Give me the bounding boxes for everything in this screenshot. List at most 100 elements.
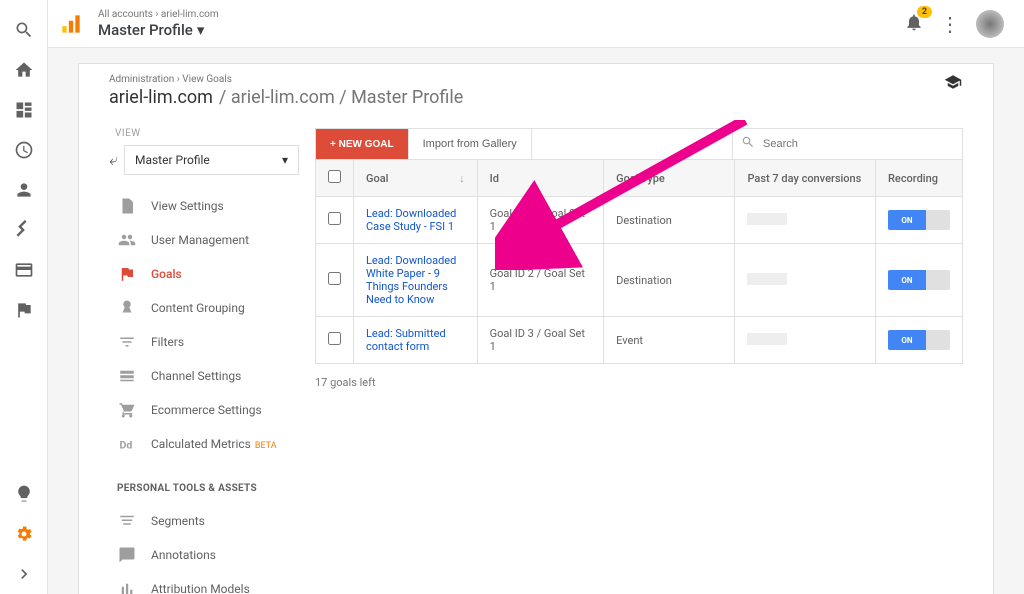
goal-id-cell: Goal ID 2 / Goal Set 1 (477, 244, 604, 317)
notifications-bell-icon[interactable]: 2 (904, 12, 924, 36)
goal-type-cell: Destination (604, 197, 735, 244)
caret-down-icon: ▾ (282, 153, 288, 167)
nav-label: Content Grouping (151, 301, 245, 315)
col-conversions[interactable]: Past 7 day conversions (735, 160, 876, 197)
search-icon[interactable] (0, 10, 48, 50)
goal-name-cell[interactable]: Lead: Downloaded Case Study - FSI 1 (354, 197, 478, 244)
document-icon (117, 196, 137, 216)
nav-segments[interactable]: Segments (109, 504, 299, 538)
admin-sidebar: VIEW ⤶ Master Profile ▾ View Settings Use… (109, 128, 299, 594)
attribution-icon (117, 579, 137, 594)
nav-goals[interactable]: Goals (109, 257, 299, 291)
new-goal-button[interactable]: + NEW GOAL (316, 129, 408, 159)
profile-selector[interactable]: Master Profile▾ (98, 21, 219, 39)
recording-toggle[interactable]: ON (888, 270, 950, 290)
page-title: ariel-lim.com / ariel-lim.com / Master P… (109, 87, 963, 108)
person-icon[interactable] (0, 170, 48, 210)
card-icon[interactable] (0, 250, 48, 290)
row-checkbox[interactable] (316, 197, 354, 244)
behavior-icon[interactable] (0, 210, 48, 250)
dashboard-icon[interactable] (0, 90, 48, 130)
education-icon[interactable] (942, 73, 964, 91)
users-icon (117, 230, 137, 250)
nav-view-settings[interactable]: View Settings (109, 189, 299, 223)
nav-content-grouping[interactable]: Content Grouping (109, 291, 299, 325)
sort-icon: ↓ (459, 172, 465, 185)
col-recording[interactable]: Recording (876, 160, 963, 197)
nav-ecommerce[interactable]: Ecommerce Settings (109, 393, 299, 427)
chevron-right-icon[interactable] (0, 554, 48, 594)
left-rail (0, 0, 48, 594)
conversions-cell (735, 317, 876, 364)
topbar: All accounts › ariel-lim.com Master Prof… (48, 0, 1024, 48)
recording-cell[interactable]: ON (876, 244, 963, 317)
apps-menu-icon[interactable]: ⋮ (940, 12, 960, 36)
back-arrow-icon[interactable]: ⤶ (109, 150, 118, 170)
admin-breadcrumb[interactable]: Administration › View Goals (109, 74, 963, 85)
goal-type-cell: Destination (604, 244, 735, 317)
nav-label: Filters (151, 335, 184, 349)
table-row: Lead: Downloaded Case Study - FSI 1Goal … (316, 197, 963, 244)
nav-label: Segments (151, 514, 205, 528)
metrics-icon: Dd (117, 434, 137, 454)
nav-annotations[interactable]: Annotations (109, 538, 299, 572)
nav-channel-settings[interactable]: Channel Settings (109, 359, 299, 393)
nav-label: Ecommerce Settings (151, 403, 262, 417)
cart-icon (117, 400, 137, 420)
goals-remaining: 17 goals left (315, 376, 963, 389)
search-box[interactable] (732, 129, 962, 159)
notification-badge: 2 (917, 6, 932, 18)
recording-toggle[interactable]: ON (888, 330, 950, 350)
nav-label: Goals (151, 267, 182, 281)
grouping-icon (117, 298, 137, 318)
avatar[interactable] (976, 10, 1004, 38)
row-checkbox[interactable] (316, 244, 354, 317)
home-icon[interactable] (0, 50, 48, 90)
nav-label: View Settings (151, 199, 224, 213)
import-from-gallery-button[interactable]: Import from Gallery (408, 129, 532, 159)
recording-cell[interactable]: ON (876, 317, 963, 364)
row-checkbox[interactable] (316, 317, 354, 364)
table-row: Lead: Downloaded White Paper - 9 Things … (316, 244, 963, 317)
search-input[interactable] (759, 130, 954, 158)
nav-section-header: PERSONAL TOOLS & ASSETS (109, 483, 299, 494)
account-breadcrumb[interactable]: All accounts › ariel-lim.com (98, 9, 219, 21)
col-id[interactable]: Id (477, 160, 604, 197)
lightbulb-icon[interactable] (0, 474, 48, 514)
col-type[interactable]: Goal Type (604, 160, 735, 197)
goal-id-cell: Goal ID 3 / Goal Set 1 (477, 317, 604, 364)
nav-label: Channel Settings (151, 369, 241, 383)
recording-toggle[interactable]: ON (888, 210, 950, 230)
analytics-logo-icon (58, 11, 84, 37)
goal-name-cell[interactable]: Lead: Downloaded White Paper - 9 Things … (354, 244, 478, 317)
segments-icon (117, 511, 137, 531)
nav-attribution[interactable]: Attribution Models (109, 572, 299, 594)
goals-toolbar: + NEW GOAL Import from Gallery (315, 128, 963, 159)
conversions-cell (735, 244, 876, 317)
view-label: VIEW (109, 128, 299, 139)
goals-table: Goal↓ Id Goal Type Past 7 day conversion… (315, 159, 963, 364)
gear-icon[interactable] (0, 514, 48, 554)
nav-calculated-metrics[interactable]: DdCalculated MetricsBETA (109, 427, 299, 461)
clock-icon[interactable] (0, 130, 48, 170)
nav-filters[interactable]: Filters (109, 325, 299, 359)
nav-label: Annotations (151, 548, 216, 562)
filter-icon (117, 332, 137, 352)
col-goal[interactable]: Goal↓ (354, 160, 478, 197)
view-selector[interactable]: Master Profile ▾ (124, 145, 299, 175)
nav-label: User Management (151, 233, 249, 247)
caret-down-icon: ▾ (197, 21, 205, 39)
search-icon (741, 135, 755, 153)
svg-text:Dd: Dd (120, 439, 133, 452)
recording-cell[interactable]: ON (876, 197, 963, 244)
goal-name-cell[interactable]: Lead: Submitted contact form (354, 317, 478, 364)
goal-type-cell: Event (604, 317, 735, 364)
view-selector-value: Master Profile (135, 153, 210, 167)
flag-icon[interactable] (0, 290, 48, 330)
profile-title: Master Profile (98, 21, 193, 39)
annotation-icon (117, 545, 137, 565)
col-checkbox[interactable] (316, 160, 354, 197)
nav-label: Attribution Models (151, 582, 250, 594)
nav-user-management[interactable]: User Management (109, 223, 299, 257)
flag-icon (117, 264, 137, 284)
